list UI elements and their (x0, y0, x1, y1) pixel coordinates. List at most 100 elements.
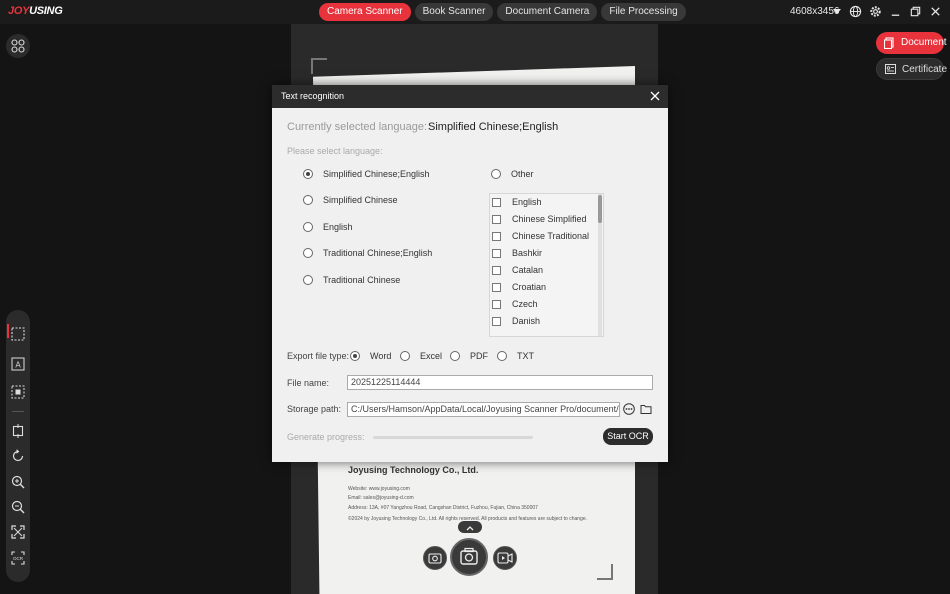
list-item-label: English (512, 197, 542, 207)
language-option-label: Simplified Chinese (323, 195, 398, 205)
document-line: Address: 13A, #07 Yangzhou Road, Cangsha… (348, 505, 538, 511)
apps-menu-button[interactable] (6, 34, 30, 58)
checkbox[interactable] (492, 266, 501, 275)
export-txt-label: TXT (517, 351, 534, 361)
minimize-icon[interactable] (889, 5, 902, 18)
language-option-label: Traditional Chinese (323, 275, 401, 285)
text-select-icon[interactable]: A (11, 357, 25, 371)
left-toolbar: A OCR (6, 310, 30, 582)
radio-icon[interactable] (303, 248, 313, 258)
list-item-label: Catalan (512, 265, 544, 275)
tab-document-camera[interactable]: Document Camera (497, 3, 598, 21)
active-tool-indicator (7, 324, 9, 338)
mode-tabs: Camera Scanner Book Scanner Document Cam… (319, 3, 686, 21)
file-name-input[interactable]: 20251225114444 (347, 375, 653, 390)
app-logo: JOYUSING (8, 5, 63, 17)
toolbar-divider (12, 411, 24, 412)
list-item-label: Bashkir (512, 248, 543, 258)
list-item-label: Danish (512, 316, 541, 326)
zoom-out-icon[interactable] (11, 500, 25, 514)
language-option-label: Simplified Chinese;English (323, 169, 430, 179)
export-type-label: Export file type: (287, 351, 350, 361)
fit-screen-icon[interactable] (11, 525, 25, 539)
dialog-title: Text recognition (281, 91, 345, 101)
capture-settings-button[interactable] (423, 546, 447, 570)
current-language-label: Currently selected language: (287, 121, 428, 133)
document-line: Email: sales@joyusing-d.com (348, 495, 414, 501)
tab-file-processing[interactable]: File Processing (601, 3, 686, 21)
start-ocr-button[interactable]: Start OCR (603, 428, 653, 445)
radio-icon[interactable] (450, 351, 460, 361)
export-excel-label: Excel (420, 351, 443, 361)
gear-icon[interactable] (869, 5, 882, 18)
zoom-in-icon[interactable] (11, 475, 25, 489)
progress-bar (373, 436, 533, 439)
document-line: Website: www.joyusing.com (348, 486, 410, 492)
svg-text:A: A (15, 361, 21, 370)
close-icon[interactable] (650, 91, 660, 101)
radio-icon[interactable] (303, 169, 313, 179)
radio-icon[interactable] (303, 195, 313, 205)
list-item-label: Chinese Traditional (512, 231, 590, 241)
capture-button[interactable] (450, 538, 488, 576)
other-language-list[interactable]: English Chinese Simplified Chinese Tradi… (489, 193, 604, 337)
restore-icon[interactable] (909, 5, 922, 18)
checkbox[interactable] (492, 317, 501, 326)
document-icon (884, 37, 894, 49)
checkbox[interactable] (492, 249, 501, 258)
progress-label: Generate progress: (287, 432, 365, 442)
radio-icon[interactable] (400, 351, 410, 361)
crop-icon[interactable] (11, 424, 25, 438)
tab-book-scanner[interactable]: Book Scanner (414, 3, 494, 21)
document-mode-button[interactable]: Document (876, 32, 947, 54)
checkbox[interactable] (492, 283, 501, 292)
more-icon[interactable] (623, 403, 635, 415)
checkbox[interactable] (492, 232, 501, 241)
radio-icon[interactable] (491, 169, 501, 179)
tab-camera-scanner[interactable]: Camera Scanner (319, 3, 411, 21)
frame-corner (597, 564, 613, 580)
dialog-header: Text recognition (272, 85, 668, 108)
list-scroll-thumb[interactable] (598, 195, 602, 223)
video-record-button[interactable] (493, 546, 517, 570)
export-word-label: Word (370, 351, 392, 361)
frame-corner (311, 58, 327, 74)
checkbox[interactable] (492, 300, 501, 309)
list-item-label: Chinese Simplified (512, 214, 587, 224)
document-company: Joyusing Technology Co., Ltd. (348, 465, 479, 475)
radio-icon[interactable] (303, 222, 313, 232)
checkbox[interactable] (492, 198, 501, 207)
language-option-label: English (323, 222, 353, 232)
close-icon[interactable] (929, 5, 942, 18)
storage-path-input[interactable]: C:/Users/Hamson/AppData/Local/Joyusing S… (347, 402, 620, 417)
list-item-label: Czech (512, 299, 538, 309)
apps-grid-icon (11, 39, 25, 53)
other-language-label: Other (511, 169, 534, 179)
chevron-up-icon (466, 526, 474, 531)
certificate-mode-button[interactable]: Certificate (876, 58, 948, 80)
text-recognition-dialog: Text recognition Currently selected lang… (272, 85, 668, 462)
document-label: Document (901, 37, 947, 48)
globe-icon[interactable] (849, 5, 862, 18)
video-icon (497, 552, 513, 564)
ocr-icon[interactable]: OCR (11, 551, 25, 565)
storage-path-label: Storage path: (287, 404, 342, 414)
chevron-down-icon[interactable] (833, 9, 841, 14)
select-area-icon[interactable] (11, 327, 25, 341)
camera-rotate-icon (428, 553, 442, 564)
select-language-prompt: Please select language: (287, 146, 383, 156)
list-item-label: Croatian (512, 282, 547, 292)
radio-icon[interactable] (303, 275, 313, 285)
language-option-label: Traditional Chinese;English (323, 248, 433, 258)
expand-controls-button[interactable] (458, 521, 482, 533)
certificate-label: Certificate (902, 64, 948, 75)
checkbox[interactable] (492, 215, 501, 224)
svg-text:OCR: OCR (13, 556, 24, 561)
current-language-value: Simplified Chinese;English (428, 121, 559, 133)
folder-icon[interactable] (640, 403, 652, 415)
rotate-icon[interactable] (11, 449, 25, 463)
camera-icon (460, 547, 478, 565)
radio-icon[interactable] (497, 351, 507, 361)
focus-area-icon[interactable] (11, 385, 25, 399)
radio-icon[interactable] (350, 351, 360, 361)
